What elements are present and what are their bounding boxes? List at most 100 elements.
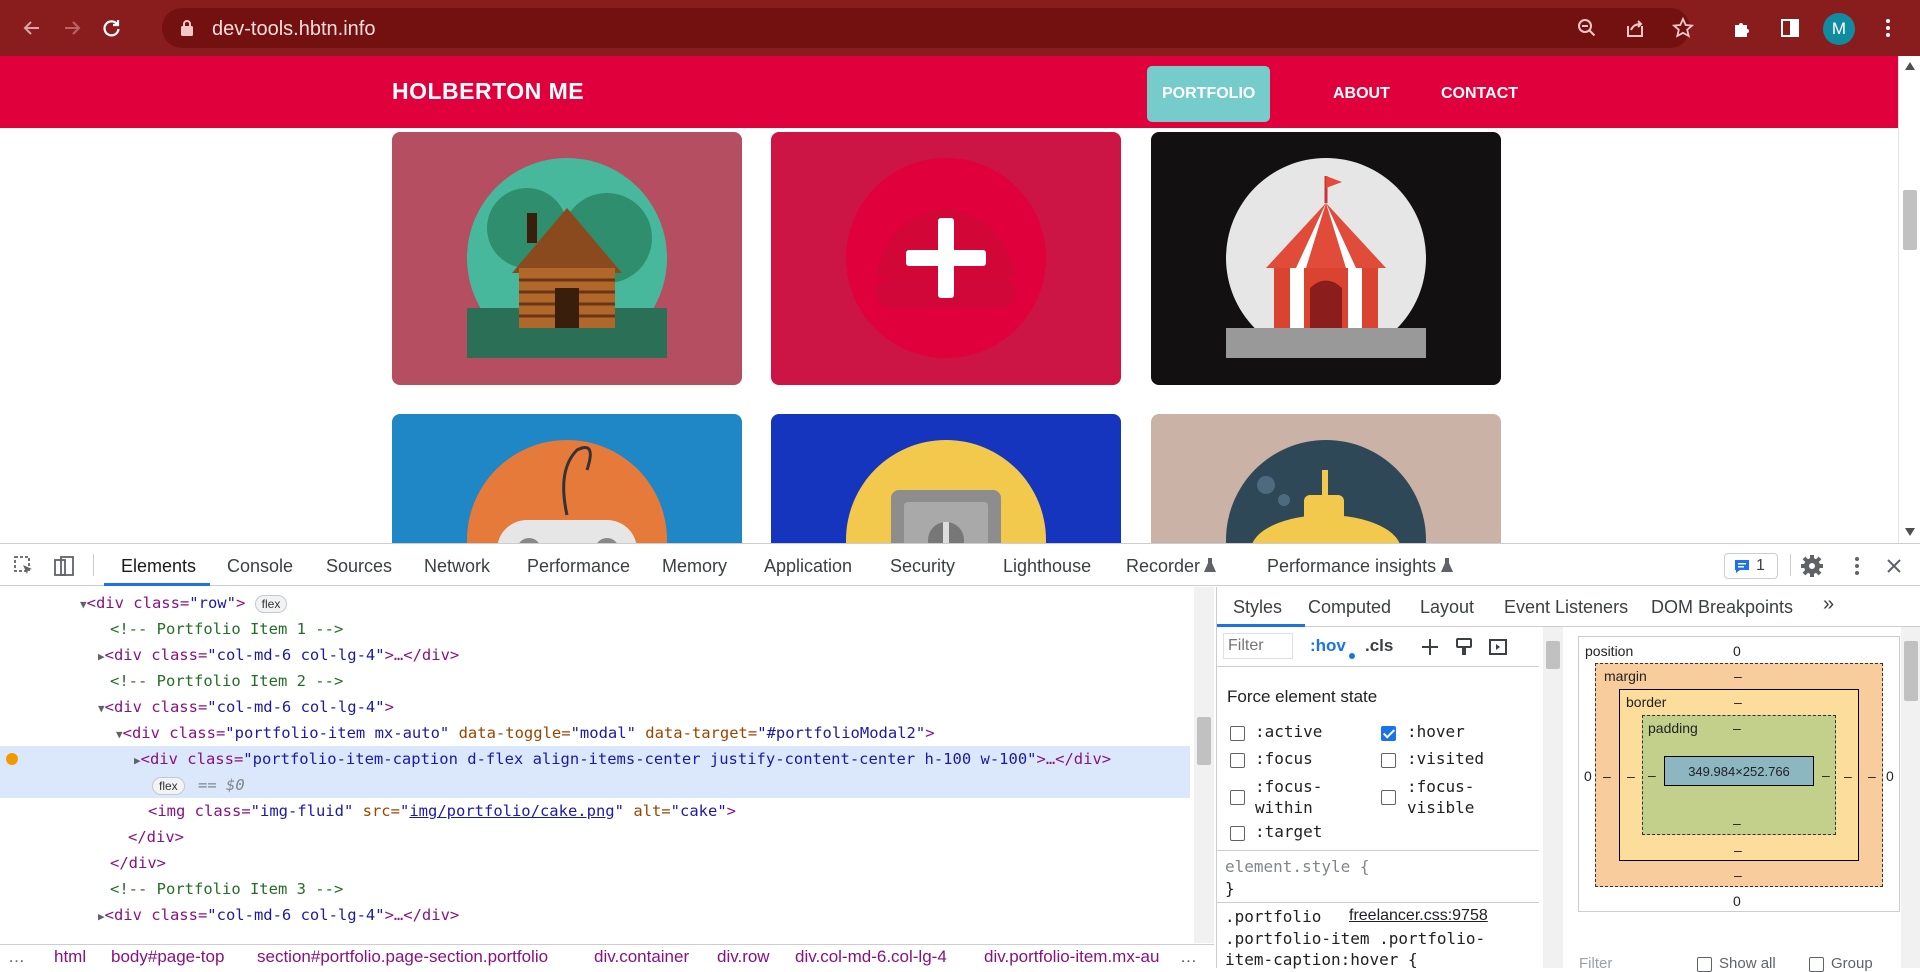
menu-icon[interactable] [1872,12,1904,44]
tab-computed[interactable]: Computed [1308,597,1391,618]
toggle-sidebar-icon[interactable] [1488,637,1508,657]
rule-selector[interactable]: .portfolio [1225,907,1321,926]
state-hover-checkbox[interactable] [1381,726,1396,741]
dom-node-portfolio-item[interactable]: ▼<div class="portfolio-item mx-auto" dat… [0,720,1190,746]
border-box[interactable]: border – – – – padding – – – – 349.984×2… [1619,689,1859,861]
flex-badge[interactable]: flex [152,776,185,795]
more-tabs-chevron-icon[interactable]: » [1823,593,1834,616]
portfolio-item-cake[interactable] [771,132,1121,385]
breadcrumb-item[interactable]: div.row [717,947,770,967]
star-icon[interactable] [1667,12,1699,44]
show-all-checkbox[interactable] [1697,957,1712,972]
state-focus-checkbox[interactable] [1230,753,1245,768]
tab-performance-insights[interactable]: Performance insights [1267,556,1436,577]
flex-badge[interactable]: flex [254,594,288,613]
breadcrumb-item[interactable]: html [54,947,86,967]
address-bar[interactable]: dev-tools.hbtn.info [162,8,1690,48]
tab-memory[interactable]: Memory [662,556,727,577]
elements-scrollbar[interactable] [1194,587,1214,943]
site-brand[interactable]: HOLBERTON ME [392,78,584,105]
forward-icon[interactable] [56,12,88,44]
tab-network[interactable]: Network [424,556,490,577]
img-src-link[interactable]: img/portfolio/cake.png [409,802,614,820]
element-style-rule[interactable]: element.style { [1225,857,1370,876]
group-checkbox[interactable] [1809,957,1824,972]
tab-layout[interactable]: Layout [1420,597,1474,618]
breadcrumb-item[interactable]: div.container [594,947,689,967]
rule-source-link[interactable]: freelancer.css:9758 [1349,907,1488,925]
elements-scrollbar-thumb[interactable] [1197,717,1211,765]
collapsed-triangle-icon[interactable]: ▶ [98,650,105,663]
elements-tree[interactable]: ▼<div class="row"> flex <!-- Portfolio I… [0,587,1200,944]
tab-elements[interactable]: Elements [121,556,196,577]
nav-portfolio[interactable]: PORTFOLIO [1147,66,1271,122]
close-icon[interactable] [1884,556,1904,576]
styles-scrollbar[interactable] [1543,627,1563,968]
breadcrumb-item[interactable]: body#page-top [111,947,224,967]
paint-brush-icon[interactable] [1454,637,1474,657]
rule-selector[interactable]: .portfolio-item .portfolio- [1225,929,1485,948]
content-box[interactable]: 349.984×252.766 [1664,756,1814,786]
tab-dom-breakpoints[interactable]: DOM Breakpoints [1651,597,1793,618]
dom-node-col-2[interactable]: ▼<div class="col-md-6 col-lg-4"> [0,694,1190,720]
dom-comment[interactable]: <!-- Portfolio Item 3 --> [0,876,1190,902]
expanded-triangle-icon[interactable]: ▼ [80,598,87,611]
state-visited-checkbox[interactable] [1381,753,1396,768]
issues-badge[interactable]: 1 [1724,553,1778,579]
hov-toggle[interactable]: :hov [1310,636,1346,656]
settings-gear-icon[interactable] [1800,554,1824,578]
tab-console[interactable]: Console [227,556,293,577]
dom-close-tag[interactable]: </div> [0,824,1190,850]
dom-node-col-3[interactable]: ▶<div class="col-md-6 col-lg-4">…</div> [0,902,1190,928]
state-target-checkbox[interactable] [1230,826,1245,841]
share-icon[interactable] [1619,12,1651,44]
page-scrollbar[interactable] [1898,56,1920,543]
dom-comment[interactable]: <!-- Portfolio Item 2 --> [0,668,1190,694]
sidepanel-icon[interactable] [1774,12,1806,44]
computed-scrollbar[interactable] [1901,627,1920,968]
inspect-icon[interactable] [13,555,35,577]
dom-node-img[interactable]: <img class="img-fluid" src="img/portfoli… [0,798,1190,824]
computed-scrollbar-thumb[interactable] [1904,641,1918,701]
breadcrumb-item[interactable]: section#portfolio.page-section.portfolio [257,947,548,967]
collapsed-triangle-icon[interactable]: ▶ [134,754,141,767]
styles-scrollbar-thumb[interactable] [1546,641,1560,669]
tab-performance[interactable]: Performance [527,556,630,577]
state-focus-visible-checkbox[interactable] [1381,790,1396,805]
device-toggle-icon[interactable] [53,555,75,577]
tab-event-listeners[interactable]: Event Listeners [1504,597,1628,618]
tab-lighthouse[interactable]: Lighthouse [1003,556,1091,577]
tab-security[interactable]: Security [890,556,955,577]
scroll-up-icon[interactable] [1905,62,1915,70]
nav-about[interactable]: ABOUT [1318,66,1405,122]
page-scrollbar-thumb[interactable] [1903,190,1917,250]
portfolio-item-safe[interactable] [771,414,1121,543]
padding-box[interactable]: padding – – – – 349.984×252.766 [1642,715,1836,835]
dom-close-tag[interactable]: </div> [0,850,1190,876]
expanded-triangle-icon[interactable]: ▼ [98,702,105,715]
expanded-triangle-icon[interactable]: ▼ [116,728,123,741]
tab-sources[interactable]: Sources [326,556,392,577]
dom-node-selected[interactable]: ▶<div class="portfolio-item-caption d-fl… [0,746,1190,798]
new-rule-plus-icon[interactable] [1420,637,1440,657]
back-icon[interactable] [16,12,48,44]
dom-node-col-1[interactable]: ▶<div class="col-md-6 col-lg-4">…</div> [0,642,1190,668]
tab-recorder[interactable]: Recorder [1126,556,1200,577]
reload-icon[interactable] [95,12,127,44]
tab-styles[interactable]: Styles [1233,597,1282,618]
breadcrumb-item[interactable]: div.portfolio-item.mx-au [984,947,1159,967]
more-options-icon[interactable] [1845,554,1869,578]
scroll-down-icon[interactable] [1905,528,1915,536]
avatar[interactable]: M [1823,13,1855,45]
breadcrumb-item[interactable]: div.col-md-6.col-lg-4 [795,947,947,967]
dom-node-row[interactable]: ▼<div class="row"> flex [0,590,1190,616]
portfolio-item-cabin[interactable] [392,132,742,385]
styles-filter-input[interactable] [1223,633,1293,659]
nav-contact[interactable]: CONTACT [1426,66,1533,122]
portfolio-item-circus[interactable] [1151,132,1501,385]
cls-toggle[interactable]: .cls [1365,636,1393,656]
rule-selector[interactable]: item-caption:hover { [1225,950,1418,969]
portfolio-item-game[interactable] [392,414,742,543]
dom-comment[interactable]: <!-- Portfolio Item 1 --> [0,616,1190,642]
collapsed-triangle-icon[interactable]: ▶ [98,910,105,923]
